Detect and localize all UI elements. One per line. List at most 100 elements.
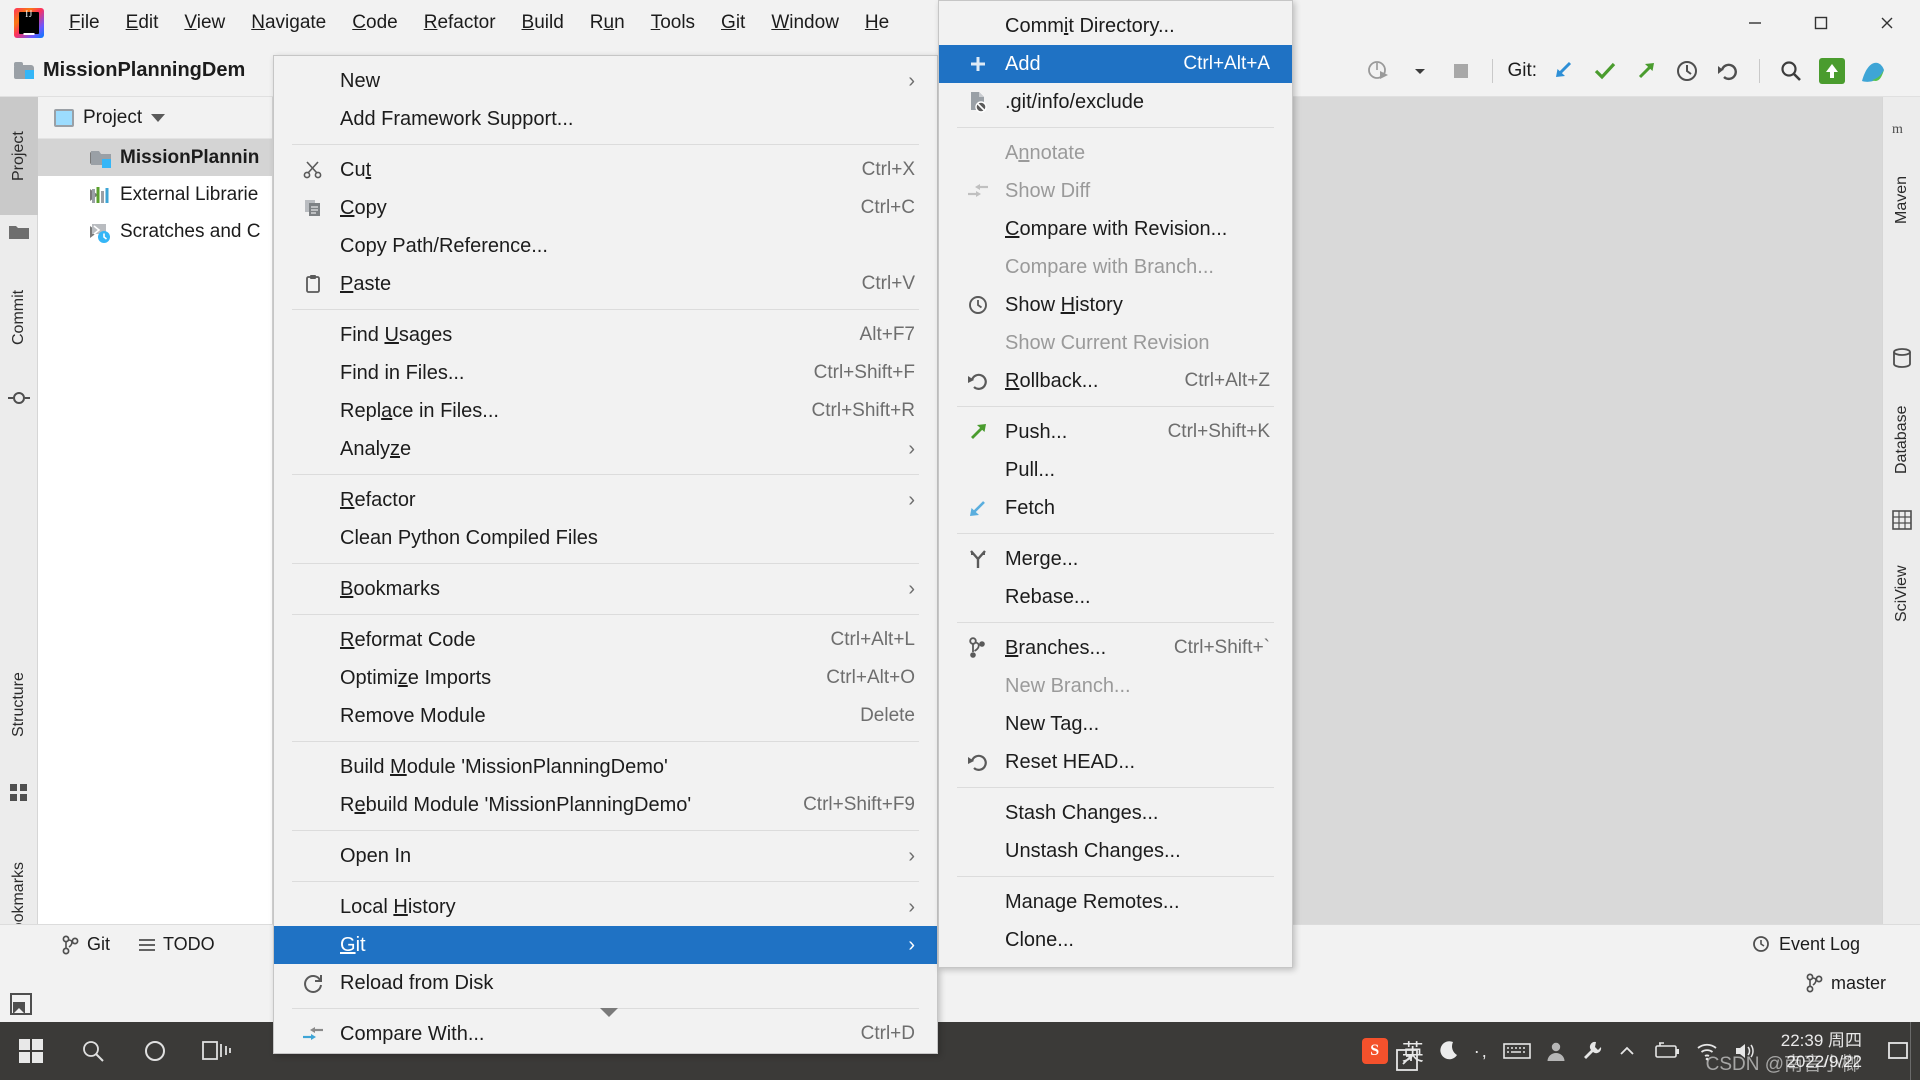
- project-breadcrumb[interactable]: MissionPlanningDem: [0, 59, 245, 82]
- ime-punctuation-icon[interactable]: ·,: [1474, 1041, 1489, 1062]
- menu-refactor[interactable]: Refactor: [411, 9, 509, 37]
- moon-icon[interactable]: [1438, 1040, 1460, 1062]
- layout-toggle-icon[interactable]: [8, 991, 34, 1017]
- menu-item-cut[interactable]: Cut Ctrl+X: [274, 151, 937, 189]
- project-tool-header[interactable]: Project: [38, 97, 272, 139]
- git-menu-item-show-history[interactable]: Show History: [939, 286, 1292, 324]
- menu-item-add-framework-support[interactable]: Add Framework Support...: [274, 100, 937, 138]
- minimize-button[interactable]: [1722, 0, 1788, 45]
- ide-profile-icon[interactable]: [1856, 54, 1890, 88]
- git-menu-item-manage-remotes[interactable]: Manage Remotes...: [939, 883, 1292, 921]
- git-menu-item-new-tag[interactable]: New Tag...: [939, 705, 1292, 743]
- menu-item-analyze[interactable]: Analyze ›: [274, 430, 937, 468]
- git-menu-item-stash-changes[interactable]: Stash Changes...: [939, 794, 1292, 832]
- menu-build[interactable]: Build: [509, 9, 577, 37]
- menu-item-optimize-imports[interactable]: Optimize Imports Ctrl+Alt+O: [274, 659, 937, 697]
- menu-tools[interactable]: Tools: [638, 9, 708, 37]
- update-available-icon[interactable]: [1815, 54, 1849, 88]
- menu-item-remove-module[interactable]: Remove Module Delete: [274, 697, 937, 735]
- menu-git[interactable]: Git: [708, 9, 758, 37]
- git-menu-item-merge[interactable]: Merge...: [939, 540, 1292, 578]
- menu-edit[interactable]: Edit: [113, 9, 172, 37]
- chevron-down-icon[interactable]: [151, 113, 166, 122]
- chevron-down-icon[interactable]: [1403, 54, 1437, 88]
- user-icon[interactable]: [1545, 1040, 1567, 1062]
- menu-item-find-usages[interactable]: Find Usages Alt+F7: [274, 316, 937, 354]
- git-submenu[interactable]: Commit Directory... Add Ctrl+Alt+A .git/…: [938, 0, 1293, 968]
- status-tab-todo[interactable]: TODO: [124, 934, 229, 955]
- sidebar-item-database[interactable]: Database: [1883, 377, 1920, 502]
- history-clock-icon[interactable]: [1670, 54, 1704, 88]
- git-menu-item-unstash-changes[interactable]: Unstash Changes...: [939, 832, 1292, 870]
- menu-item-build-module[interactable]: Build Module 'MissionPlanningDemo': [274, 748, 937, 786]
- menu-item-refactor[interactable]: Refactor ›: [274, 481, 937, 519]
- menu-item-new[interactable]: New ›: [274, 62, 937, 100]
- tree-node-scratches[interactable]: Scratches and C: [38, 213, 272, 250]
- git-menu-item-branches[interactable]: Branches... Ctrl+Shift+`: [939, 629, 1292, 667]
- commit-checkmark-icon[interactable]: [1588, 54, 1622, 88]
- push-icon[interactable]: [1629, 54, 1663, 88]
- tree-node-external-libraries[interactable]: External Librarie: [38, 176, 272, 213]
- git-menu-item-git-info-exclude[interactable]: .git/info/exclude: [939, 83, 1292, 121]
- taskbar-search-icon[interactable]: [62, 1022, 124, 1080]
- git-menu-item-add[interactable]: Add Ctrl+Alt+A: [939, 45, 1292, 83]
- git-menu-item-fetch[interactable]: Fetch: [939, 489, 1292, 527]
- sidebar-item-maven[interactable]: Maven: [1883, 147, 1920, 252]
- stop-icon[interactable]: [1444, 54, 1478, 88]
- menu-navigate[interactable]: Navigate: [238, 9, 339, 37]
- menu-item-git[interactable]: Git ›: [274, 926, 937, 964]
- git-menu-item-rebase[interactable]: Rebase...: [939, 578, 1292, 616]
- menu-item-reload-from-disk[interactable]: Reload from Disk: [274, 964, 937, 1002]
- sidebar-item-project[interactable]: Project: [0, 97, 38, 215]
- tree-node-module[interactable]: MissionPlannin: [38, 139, 272, 176]
- menu-window[interactable]: Window: [758, 9, 852, 37]
- menu-item-copy[interactable]: Copy Ctrl+C: [274, 189, 937, 227]
- event-log-button[interactable]: Event Log: [1738, 934, 1920, 955]
- menu-view[interactable]: View: [171, 9, 238, 37]
- menu-item-bookmarks[interactable]: Bookmarks ›: [274, 570, 937, 608]
- git-menu-item-commit-directory[interactable]: Commit Directory...: [939, 7, 1292, 45]
- project-context-menu[interactable]: New › Add Framework Support... Cut Ctrl+…: [273, 55, 938, 1054]
- git-menu-item-rollback[interactable]: Rollback... Ctrl+Alt+Z: [939, 362, 1292, 400]
- menu-item-open-in[interactable]: Open In ›: [274, 837, 937, 875]
- menu-item-local-history[interactable]: Local History ›: [274, 888, 937, 926]
- menu-item-reformat-code[interactable]: Reformat Code Ctrl+Alt+L: [274, 621, 937, 659]
- ime-expand-icon[interactable]: [1395, 1048, 1421, 1074]
- cortana-circle-icon[interactable]: [124, 1022, 186, 1080]
- maximize-button[interactable]: [1788, 0, 1854, 45]
- run-with-coverage-icon[interactable]: [1362, 54, 1396, 88]
- sidebar-item-structure[interactable]: Structure: [0, 637, 38, 772]
- search-icon[interactable]: [1774, 54, 1808, 88]
- menu-item-copy-path-reference[interactable]: Copy Path/Reference...: [274, 227, 937, 265]
- menu-item-replace-in-files[interactable]: Replace in Files... Ctrl+Shift+R: [274, 392, 937, 430]
- rollback-icon[interactable]: [1711, 54, 1745, 88]
- menu-item-paste[interactable]: Paste Ctrl+V: [274, 265, 937, 303]
- update-project-icon[interactable]: [1547, 54, 1581, 88]
- keyboard-icon[interactable]: [1502, 1041, 1531, 1061]
- status-branch[interactable]: master: [1792, 973, 1920, 994]
- scroll-down-arrow-icon[interactable]: [600, 1008, 618, 1017]
- menu-code[interactable]: Code: [339, 9, 410, 37]
- menu-item-rebuild-module[interactable]: Rebuild Module 'MissionPlanningDemo' Ctr…: [274, 786, 937, 824]
- task-view-icon[interactable]: [186, 1022, 248, 1080]
- menu-run[interactable]: Run: [577, 9, 638, 37]
- notification-center-icon[interactable]: [1886, 1040, 1910, 1062]
- battery-icon[interactable]: [1651, 1041, 1681, 1061]
- git-menu-item-pull[interactable]: Pull...: [939, 451, 1292, 489]
- show-desktop-button[interactable]: [1910, 1022, 1920, 1080]
- menu-item-compare-with[interactable]: Compare With... Ctrl+D: [274, 1015, 937, 1053]
- menu-item-find-in-files[interactable]: Find in Files... Ctrl+Shift+F: [274, 354, 937, 392]
- menu-item-clean-python-compiled-files[interactable]: Clean Python Compiled Files: [274, 519, 937, 557]
- menu-file[interactable]: File: [56, 9, 113, 37]
- start-button[interactable]: [0, 1022, 62, 1080]
- menu-help[interactable]: He: [852, 9, 902, 37]
- sidebar-item-sciview[interactable]: SciView: [1883, 539, 1920, 649]
- git-menu-item-push[interactable]: Push... Ctrl+Shift+K: [939, 413, 1292, 451]
- sogou-ime-icon[interactable]: S: [1361, 1038, 1388, 1064]
- sidebar-item-commit[interactable]: Commit: [0, 257, 38, 377]
- chevron-up-icon[interactable]: [1617, 1041, 1637, 1061]
- status-tab-git[interactable]: Git: [48, 934, 124, 955]
- git-menu-item-compare-with-revision[interactable]: Compare with Revision...: [939, 210, 1292, 248]
- git-menu-item-clone[interactable]: Clone...: [939, 921, 1292, 959]
- git-menu-item-reset-head[interactable]: Reset HEAD...: [939, 743, 1292, 781]
